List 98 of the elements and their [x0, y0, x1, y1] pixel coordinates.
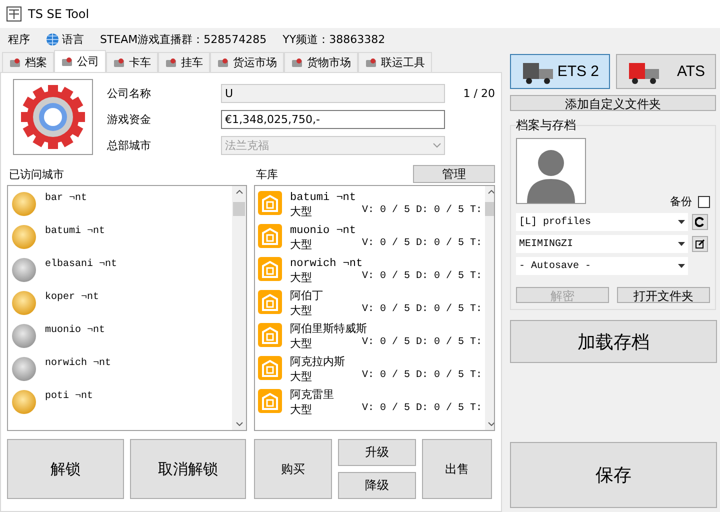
- tab-icon: [291, 56, 303, 68]
- field-label: 总部城市: [107, 138, 152, 152]
- input-field[interactable]: U: [221, 84, 445, 102]
- scrollbar-thumb[interactable]: [485, 202, 494, 216]
- scrollbar[interactable]: [232, 186, 246, 430]
- app-icon: [6, 6, 22, 22]
- scrollbar[interactable]: [485, 186, 494, 430]
- garage-name[interactable]: muonio ¬nt: [290, 224, 356, 238]
- load-save-button[interactable]: 加载存档: [510, 320, 717, 363]
- garage-size: 大型: [290, 205, 312, 219]
- refresh-icon[interactable]: [692, 214, 708, 230]
- menu-item[interactable]: 语言: [46, 32, 84, 46]
- city-name[interactable]: muonio ¬nt: [45, 325, 106, 336]
- tab[interactable]: 挂车: [158, 52, 210, 72]
- scrollbar-thumb[interactable]: [233, 202, 245, 216]
- dropdown[interactable]: - Autosave -: [516, 257, 688, 275]
- city-name[interactable]: bar ¬nt: [45, 193, 88, 204]
- garage-size: 大型: [290, 304, 312, 318]
- manage-button[interactable]: 管理: [413, 165, 495, 183]
- garage-size: 大型: [290, 370, 312, 384]
- upgrade-button[interactable]: 升级: [338, 439, 416, 466]
- tab-icon: [113, 56, 125, 68]
- garage-icon: [258, 257, 282, 281]
- garage-size: 大型: [290, 337, 312, 351]
- field-label: 公司名称: [107, 86, 152, 100]
- edit-icon[interactable]: [692, 236, 708, 252]
- city-name[interactable]: norwich ¬nt: [45, 358, 112, 369]
- garage-size: 大型: [290, 238, 312, 252]
- garage-name[interactable]: 阿克拉内斯: [290, 356, 345, 370]
- tab[interactable]: 公司: [54, 50, 106, 72]
- open-folder-button[interactable]: 打开文件夹: [617, 287, 710, 303]
- tab[interactable]: 卡车: [106, 52, 158, 72]
- action-button[interactable]: 取消解锁: [130, 439, 246, 499]
- group-title: 档案与存档: [516, 117, 576, 134]
- input-field[interactable]: €1,348,025,750,-: [221, 110, 445, 128]
- dropdown[interactable]: MEIMINGZI: [516, 235, 688, 253]
- garage-name[interactable]: 阿伯里斯特威斯: [290, 323, 367, 337]
- garage-stats: V: 0 / 5 D: 0 / 5 T:: [362, 271, 482, 282]
- tab[interactable]: 货运市场: [210, 52, 284, 72]
- caret-icon: [678, 220, 685, 224]
- scroll-up-icon[interactable]: [488, 190, 494, 194]
- scroll-down-icon[interactable]: [488, 422, 494, 426]
- city-name[interactable]: batumi ¬nt: [45, 226, 106, 237]
- sell-button[interactable]: 出售: [422, 439, 492, 499]
- game-button[interactable]: ATS: [616, 54, 716, 89]
- garage-stats: V: 0 / 5 D: 0 / 5 T:: [362, 205, 482, 216]
- scroll-down-icon[interactable]: [236, 422, 242, 426]
- tab-icon: [61, 56, 73, 68]
- garage-icon: [258, 290, 282, 314]
- action-button[interactable]: 解锁: [7, 439, 124, 499]
- tab[interactable]: 货物市场: [284, 52, 358, 72]
- downgrade-button[interactable]: 降级: [338, 472, 416, 499]
- garage-icon: [258, 323, 282, 347]
- city-name[interactable]: koper ¬nt: [45, 292, 100, 303]
- garage-icon: [258, 191, 282, 215]
- garage-icon: [258, 389, 282, 413]
- chevron-icon: [433, 142, 441, 148]
- tab-icon: [165, 56, 177, 68]
- city-name[interactable]: elbasani ¬nt: [45, 259, 118, 270]
- menu-item[interactable]: YY频道：38863382: [282, 32, 386, 46]
- garage-name[interactable]: batumi ¬nt: [290, 191, 356, 205]
- garage-stats: V: 0 / 5 D: 0 / 5 T:: [362, 370, 482, 381]
- garage-name[interactable]: 阿伯丁: [290, 290, 323, 304]
- garage-icon: [258, 224, 282, 248]
- tab[interactable]: 联运工具: [358, 52, 432, 72]
- menu-item[interactable]: 程序: [8, 32, 30, 46]
- field-label: 游戏资金: [107, 112, 152, 126]
- garage-stats: V: 0 / 5 D: 0 / 5 T:: [362, 238, 482, 249]
- garage-stats: V: 0 / 5 D: 0 / 5 T:: [362, 304, 482, 315]
- globe-icon: [46, 32, 59, 46]
- garage-size: 大型: [290, 403, 312, 417]
- char-counter: 1 / 20: [462, 86, 495, 100]
- checkbox[interactable]: [698, 196, 710, 208]
- caret-icon: [678, 242, 685, 246]
- section-title: 已访问城市: [9, 166, 64, 182]
- save-button[interactable]: 保存: [510, 442, 717, 508]
- garage-size: 大型: [290, 271, 312, 285]
- garage-icon: [258, 356, 282, 380]
- tab-icon: [365, 56, 377, 68]
- caret-icon: [678, 264, 685, 268]
- add-folder-button[interactable]: 添加自定义文件夹: [510, 95, 716, 111]
- window-title: TS SE Tool: [28, 7, 90, 21]
- gear-icon: [19, 83, 87, 151]
- game-button[interactable]: ETS 2: [510, 54, 610, 89]
- tab-icon: [217, 56, 229, 68]
- dropdown[interactable]: [L] profiles: [516, 213, 688, 231]
- garage-stats: V: 0 / 5 D: 0 / 5 T:: [362, 337, 482, 348]
- tab[interactable]: 档案: [2, 52, 54, 72]
- city-name[interactable]: poti ¬nt: [45, 391, 94, 402]
- section-title: 车库: [256, 166, 278, 182]
- scroll-up-icon[interactable]: [236, 190, 242, 194]
- garage-stats: V: 0 / 5 D: 0 / 5 T:: [362, 403, 482, 414]
- buy-button[interactable]: 购买: [254, 439, 332, 499]
- tab-icon: [9, 56, 21, 68]
- checkbox-label: 备份: [670, 194, 692, 209]
- menu-item[interactable]: STEAM游戏直播群：528574285: [100, 32, 267, 46]
- garage-name[interactable]: norwich ¬nt: [290, 257, 363, 271]
- garage-name[interactable]: 阿克雷里: [290, 389, 334, 403]
